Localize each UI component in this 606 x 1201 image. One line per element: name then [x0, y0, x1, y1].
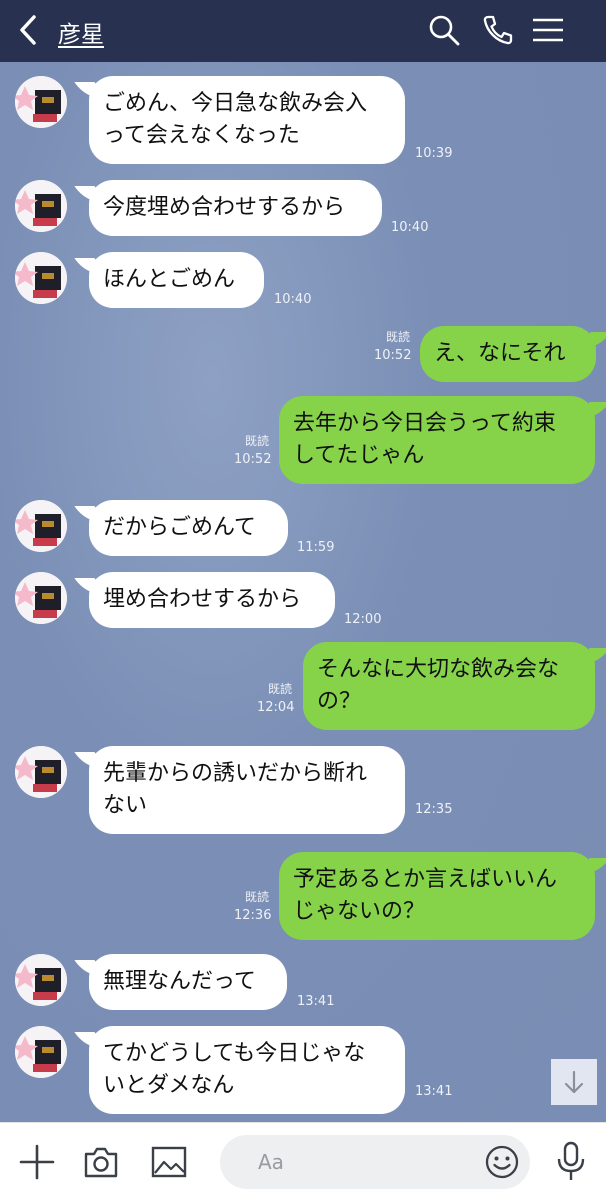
- message-time: 10:40: [391, 220, 429, 235]
- message-text-line: してたじゃん: [293, 443, 425, 468]
- message-text-line: じゃないの？: [293, 899, 426, 924]
- avatar[interactable]: [15, 954, 67, 1006]
- message-time: 12:00: [344, 612, 382, 627]
- message-text-line: ごめん、今日急な飲み会入: [103, 91, 368, 116]
- message-time: 10:40: [274, 292, 312, 307]
- chat-header: 彦星: [0, 0, 606, 62]
- avatar[interactable]: [15, 500, 67, 552]
- message-text-line: てかどうしても今日じゃな: [103, 1041, 366, 1066]
- message-time: 12:36: [234, 908, 272, 923]
- message-text-line: の？: [317, 689, 362, 714]
- avatar[interactable]: [15, 572, 67, 624]
- message-text-line: ない: [103, 793, 148, 818]
- search-icon[interactable]: [427, 13, 461, 47]
- read-receipt: 既読: [386, 330, 411, 344]
- message-text-line: え、なにそれ: [434, 341, 566, 366]
- avatar[interactable]: [15, 746, 67, 798]
- message-bubble[interactable]: 無理なんだって: [89, 954, 287, 1010]
- message-bubble[interactable]: 予定あるとか言えばいいん じゃないの？: [279, 852, 595, 940]
- avatar[interactable]: [15, 252, 67, 304]
- message-text-line: 去年から今日会うって約束: [293, 411, 556, 436]
- chat-area[interactable]: ごめん、今日急な飲み会入 って会えなくなった 10:39 今度埋め合わせするから…: [0, 62, 606, 1122]
- message-bubble[interactable]: ほんとごめん: [89, 252, 264, 308]
- message-text-line: ほんとごめん: [103, 267, 236, 292]
- message-bubble[interactable]: 去年から今日会うって約束 してたじゃん: [279, 396, 595, 484]
- message-text-line: 埋め合わせするから: [103, 587, 302, 612]
- message-text-line: 予定あるとか言えばいいん: [293, 867, 558, 892]
- message-composer: [0, 1122, 606, 1201]
- avatar[interactable]: [15, 1026, 67, 1078]
- message-bubble[interactable]: え、なにそれ: [420, 326, 596, 382]
- message-text-line: だからごめんて: [103, 515, 256, 540]
- message-time: 13:41: [415, 1084, 453, 1099]
- message-time: 11:59: [297, 540, 335, 555]
- message-input[interactable]: [256, 1145, 480, 1179]
- microphone-icon[interactable]: [554, 1141, 588, 1183]
- read-receipt: 既読: [245, 434, 270, 448]
- message-time: 12:04: [257, 700, 295, 715]
- message-text-line: 先輩からの誘いだから断れ: [103, 761, 368, 786]
- message-text-line: って会えなくなった: [103, 123, 300, 148]
- message-text-line: 無理なんだって: [103, 969, 256, 994]
- menu-icon[interactable]: [531, 13, 565, 47]
- message-bubble[interactable]: だからごめんて: [89, 500, 288, 556]
- message-bubble[interactable]: 先輩からの誘いだから断れ ない: [89, 746, 405, 834]
- plus-icon[interactable]: [18, 1143, 56, 1181]
- message-text-line: そんなに大切な飲み会な: [317, 657, 560, 682]
- avatar[interactable]: [15, 180, 67, 232]
- message-time: 10:39: [415, 146, 453, 161]
- message-bubble[interactable]: 埋め合わせするから: [89, 572, 335, 628]
- message-bubble[interactable]: 今度埋め合わせするから: [89, 180, 382, 236]
- read-receipt: 既読: [245, 890, 270, 904]
- back-chevron-icon[interactable]: [14, 14, 46, 46]
- scroll-to-bottom-button[interactable]: [551, 1059, 597, 1105]
- avatar[interactable]: [15, 76, 67, 128]
- message-time: 13:41: [297, 994, 335, 1009]
- emoji-icon[interactable]: [484, 1144, 520, 1180]
- message-bubble[interactable]: ごめん、今日急な飲み会入 って会えなくなった: [89, 76, 405, 164]
- message-time: 10:52: [374, 348, 412, 363]
- arrow-down-icon: [564, 1070, 584, 1094]
- read-receipt: 既読: [268, 682, 293, 696]
- chat-title[interactable]: 彦星: [58, 15, 104, 49]
- message-text-line: いとダメなん: [103, 1073, 235, 1098]
- message-bubble[interactable]: てかどうしても今日じゃな いとダメなん: [89, 1026, 405, 1114]
- message-input-field[interactable]: [220, 1135, 530, 1189]
- image-icon[interactable]: [150, 1143, 188, 1181]
- phone-icon[interactable]: [481, 13, 515, 47]
- message-text-line: 今度埋め合わせするから: [103, 195, 346, 220]
- message-bubble[interactable]: そんなに大切な飲み会な の？: [303, 642, 595, 730]
- message-time: 12:35: [415, 802, 453, 817]
- message-time: 10:52: [234, 452, 272, 467]
- camera-icon[interactable]: [82, 1143, 120, 1181]
